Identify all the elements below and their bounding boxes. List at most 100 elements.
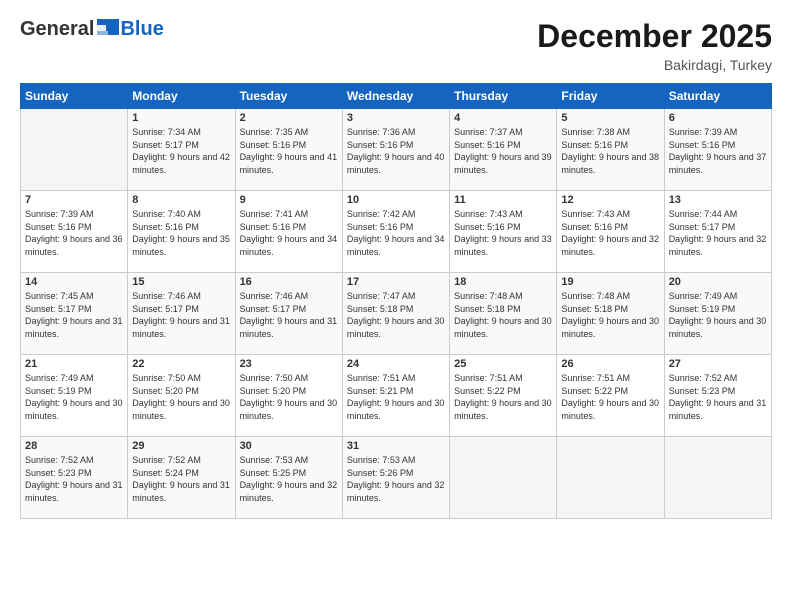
weekday-header-row: SundayMondayTuesdayWednesdayThursdayFrid… [21, 84, 772, 109]
calendar-cell: 17 Sunrise: 7:47 AMSunset: 5:18 PMDayligh… [342, 273, 449, 355]
calendar-cell: 30 Sunrise: 7:53 AMSunset: 5:25 PMDayligh… [235, 437, 342, 519]
day-number: 27 [669, 358, 767, 370]
day-info: Sunrise: 7:42 AMSunset: 5:16 PMDaylight:… [347, 208, 445, 258]
day-info: Sunrise: 7:35 AMSunset: 5:16 PMDaylight:… [240, 126, 338, 176]
page-header: General Blue December 2025 Bakirdagi, Tu… [20, 18, 772, 73]
day-number: 17 [347, 276, 445, 288]
day-number: 26 [561, 358, 659, 370]
day-number: 3 [347, 112, 445, 124]
calendar-cell [450, 437, 557, 519]
day-number: 29 [132, 440, 230, 452]
calendar-week-row: 28 Sunrise: 7:52 AMSunset: 5:23 PMDayligh… [21, 437, 772, 519]
day-number: 2 [240, 112, 338, 124]
day-number: 28 [25, 440, 123, 452]
day-number: 18 [454, 276, 552, 288]
calendar-week-row: 14 Sunrise: 7:45 AMSunset: 5:17 PMDayligh… [21, 273, 772, 355]
calendar-cell: 11Sunrise: 7:43 AMSunset: 5:16 PMDayligh… [450, 191, 557, 273]
calendar-cell: 9Sunrise: 7:41 AMSunset: 5:16 PMDaylight… [235, 191, 342, 273]
day-number: 5 [561, 112, 659, 124]
day-info: Sunrise: 7:38 AMSunset: 5:16 PMDaylight:… [561, 126, 659, 176]
calendar-cell: 16 Sunrise: 7:46 AMSunset: 5:17 PMDayligh… [235, 273, 342, 355]
calendar-cell: 15 Sunrise: 7:46 AMSunset: 5:17 PMDayligh… [128, 273, 235, 355]
calendar-cell: 18 Sunrise: 7:48 AMSunset: 5:18 PMDayligh… [450, 273, 557, 355]
day-number: 8 [132, 194, 230, 206]
day-info: Sunrise: 7:43 AMSunset: 5:16 PMDaylight:… [454, 208, 552, 258]
day-info: Sunrise: 7:51 AMSunset: 5:22 PMDaylight:… [454, 372, 552, 422]
calendar-cell: 20 Sunrise: 7:49 AMSunset: 5:19 PMDayligh… [664, 273, 771, 355]
day-info: Sunrise: 7:46 AMSunset: 5:17 PMDaylight:… [240, 290, 338, 340]
day-info: Sunrise: 7:49 AMSunset: 5:19 PMDaylight:… [669, 290, 767, 340]
calendar-cell: 24 Sunrise: 7:51 AMSunset: 5:21 PMDayligh… [342, 355, 449, 437]
day-number: 13 [669, 194, 767, 206]
day-number: 30 [240, 440, 338, 452]
calendar-table: SundayMondayTuesdayWednesdayThursdayFrid… [20, 83, 772, 519]
day-number: 12 [561, 194, 659, 206]
day-number: 15 [132, 276, 230, 288]
calendar-cell: 29Sunrise: 7:52 AMSunset: 5:24 PMDayligh… [128, 437, 235, 519]
weekday-header-tuesday: Tuesday [235, 84, 342, 109]
day-number: 22 [132, 358, 230, 370]
day-info: Sunrise: 7:48 AMSunset: 5:18 PMDaylight:… [561, 290, 659, 340]
day-info: Sunrise: 7:39 AMSunset: 5:16 PMDaylight:… [669, 126, 767, 176]
calendar-week-row: 1 Sunrise: 7:34 AMSunset: 5:17 PMDaylight… [21, 109, 772, 191]
day-number: 24 [347, 358, 445, 370]
location-subtitle: Bakirdagi, Turkey [537, 57, 772, 73]
calendar-cell: 7 Sunrise: 7:39 AMSunset: 5:16 PMDaylight… [21, 191, 128, 273]
logo: General Blue [20, 18, 164, 41]
day-number: 9 [240, 194, 338, 206]
day-number: 7 [25, 194, 123, 206]
weekday-header-sunday: Sunday [21, 84, 128, 109]
logo-flag-icon [97, 19, 119, 35]
day-info: Sunrise: 7:53 AMSunset: 5:25 PMDaylight:… [240, 454, 338, 504]
calendar-cell: 4Sunrise: 7:37 AMSunset: 5:16 PMDaylight… [450, 109, 557, 191]
day-number: 6 [669, 112, 767, 124]
calendar-cell: 21Sunrise: 7:49 AMSunset: 5:19 PMDayligh… [21, 355, 128, 437]
day-info: Sunrise: 7:52 AMSunset: 5:23 PMDaylight:… [669, 372, 767, 422]
calendar-cell: 6 Sunrise: 7:39 AMSunset: 5:16 PMDaylight… [664, 109, 771, 191]
day-info: Sunrise: 7:50 AMSunset: 5:20 PMDaylight:… [240, 372, 338, 422]
calendar-cell: 25 Sunrise: 7:51 AMSunset: 5:22 PMDayligh… [450, 355, 557, 437]
calendar-cell: 13 Sunrise: 7:44 AMSunset: 5:17 PMDayligh… [664, 191, 771, 273]
day-info: Sunrise: 7:51 AMSunset: 5:22 PMDaylight:… [561, 372, 659, 422]
calendar-cell: 31Sunrise: 7:53 AMSunset: 5:26 PMDayligh… [342, 437, 449, 519]
day-info: Sunrise: 7:48 AMSunset: 5:18 PMDaylight:… [454, 290, 552, 340]
weekday-header-saturday: Saturday [664, 84, 771, 109]
calendar-cell [664, 437, 771, 519]
logo-wrapper: General Blue [20, 18, 164, 41]
title-area: December 2025 Bakirdagi, Turkey [537, 18, 772, 73]
month-title: December 2025 [537, 18, 772, 55]
day-info: Sunrise: 7:44 AMSunset: 5:17 PMDaylight:… [669, 208, 767, 258]
day-info: Sunrise: 7:37 AMSunset: 5:16 PMDaylight:… [454, 126, 552, 176]
logo-text: General [20, 18, 94, 41]
day-number: 16 [240, 276, 338, 288]
calendar-cell: 1 Sunrise: 7:34 AMSunset: 5:17 PMDaylight… [128, 109, 235, 191]
day-info: Sunrise: 7:51 AMSunset: 5:21 PMDaylight:… [347, 372, 445, 422]
weekday-header-thursday: Thursday [450, 84, 557, 109]
day-info: Sunrise: 7:47 AMSunset: 5:18 PMDaylight:… [347, 290, 445, 340]
day-info: Sunrise: 7:45 AMSunset: 5:17 PMDaylight:… [25, 290, 123, 340]
calendar-cell [557, 437, 664, 519]
day-number: 31 [347, 440, 445, 452]
day-number: 25 [454, 358, 552, 370]
calendar-cell: 8Sunrise: 7:40 AMSunset: 5:16 PMDaylight… [128, 191, 235, 273]
calendar-cell: 10Sunrise: 7:42 AMSunset: 5:16 PMDayligh… [342, 191, 449, 273]
calendar-cell: 3 Sunrise: 7:36 AMSunset: 5:16 PMDaylight… [342, 109, 449, 191]
day-number: 21 [25, 358, 123, 370]
day-info: Sunrise: 7:39 AMSunset: 5:16 PMDaylight:… [25, 208, 123, 258]
calendar-cell: 19 Sunrise: 7:48 AMSunset: 5:18 PMDayligh… [557, 273, 664, 355]
day-info: Sunrise: 7:52 AMSunset: 5:23 PMDaylight:… [25, 454, 123, 504]
calendar-cell: 14 Sunrise: 7:45 AMSunset: 5:17 PMDayligh… [21, 273, 128, 355]
calendar-cell: 27 Sunrise: 7:52 AMSunset: 5:23 PMDayligh… [664, 355, 771, 437]
day-info: Sunrise: 7:46 AMSunset: 5:17 PMDaylight:… [132, 290, 230, 340]
page-container: General Blue December 2025 Bakirdagi, Tu… [0, 0, 792, 612]
calendar-cell: 2 Sunrise: 7:35 AMSunset: 5:16 PMDaylight… [235, 109, 342, 191]
weekday-header-wednesday: Wednesday [342, 84, 449, 109]
day-number: 20 [669, 276, 767, 288]
weekday-header-monday: Monday [128, 84, 235, 109]
calendar-week-row: 7 Sunrise: 7:39 AMSunset: 5:16 PMDaylight… [21, 191, 772, 273]
day-number: 14 [25, 276, 123, 288]
day-info: Sunrise: 7:36 AMSunset: 5:16 PMDaylight:… [347, 126, 445, 176]
day-info: Sunrise: 7:34 AMSunset: 5:17 PMDaylight:… [132, 126, 230, 176]
day-number: 19 [561, 276, 659, 288]
day-number: 1 [132, 112, 230, 124]
